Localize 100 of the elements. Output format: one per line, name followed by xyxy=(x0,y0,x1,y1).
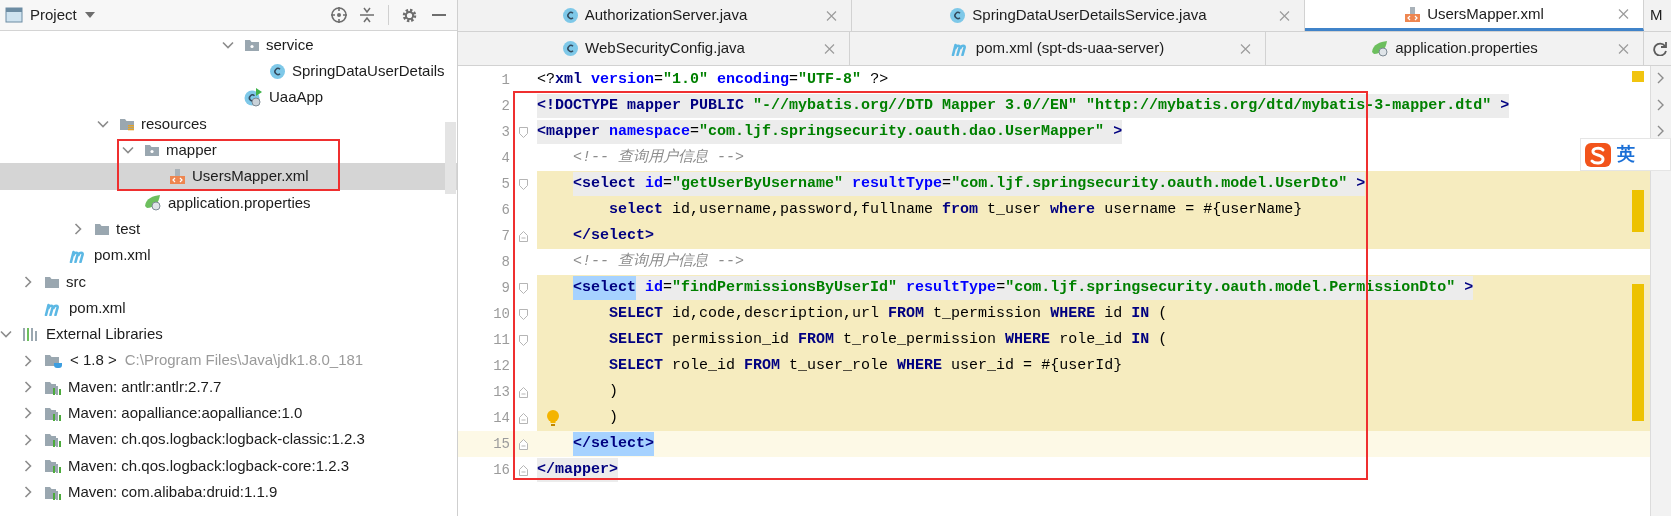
line-number: 6 xyxy=(500,201,510,220)
leaf-gear-icon xyxy=(144,194,162,212)
tree-item[interactable]: pom.xml xyxy=(0,242,457,269)
editor-tab[interactable]: pom.xml (spt-ds-uaa-server) xyxy=(850,32,1266,65)
fold-marker-icon[interactable] xyxy=(519,334,528,346)
fold-marker-icon[interactable] xyxy=(519,282,528,294)
tree-item[interactable]: Maven: aopalliance:aopalliance:1.0 xyxy=(0,400,457,427)
fold-end-marker-icon[interactable] xyxy=(519,438,528,450)
class-icon xyxy=(269,62,286,80)
collapsed-chevron-icon[interactable] xyxy=(22,407,34,420)
line-number: 4 xyxy=(500,149,510,168)
tree-item[interactable]: < 1.8 > C:\Program Files\Java\jdk1.8.0_181 xyxy=(0,347,457,374)
line-number: 15 xyxy=(492,435,510,454)
line-number: 3 xyxy=(500,123,510,142)
fold-end-marker-icon[interactable] xyxy=(519,412,528,424)
tree-item[interactable]: Maven: ch.qos.logback:logback-classic:1.2.3 xyxy=(0,426,457,453)
line-number: 11 xyxy=(492,331,510,350)
scrollbar-thumb[interactable] xyxy=(445,122,456,194)
collapse-all-icon[interactable] xyxy=(359,7,375,23)
fold-marker-icon[interactable] xyxy=(519,178,528,190)
tree-item[interactable]: application.properties xyxy=(0,189,457,217)
tree-item[interactable]: test xyxy=(0,216,457,243)
resource-folder-icon xyxy=(119,116,135,133)
code-line: ) xyxy=(609,408,619,428)
code-line: <mapper namespace="com.ljf.springsecurity.oauth.dao.UserMapper" > xyxy=(537,120,1123,144)
code-line: <!-- 查询用户信息 --> xyxy=(573,251,745,272)
line-number: 2 xyxy=(500,97,510,116)
collapsed-chevron-icon[interactable] xyxy=(22,433,34,446)
collapsed-chevron-icon[interactable] xyxy=(22,381,34,393)
runnable-class-icon xyxy=(244,88,263,108)
locate-icon[interactable] xyxy=(330,6,348,24)
editor-tab[interactable]: application.properties xyxy=(1266,32,1644,65)
input-mode-indicator[interactable]: 英 xyxy=(1617,141,1635,168)
close-icon[interactable] xyxy=(826,10,837,21)
fold-end-marker-icon[interactable] xyxy=(519,386,528,398)
input-method-icon[interactable] xyxy=(1585,142,1611,167)
leaf-gear-icon xyxy=(1371,40,1390,57)
code-line: <!-- 查询用户信息 --> xyxy=(573,147,745,168)
close-icon[interactable] xyxy=(1240,43,1251,54)
editor-tab[interactable]: WebSecurityConfig.java xyxy=(458,32,850,65)
close-icon[interactable] xyxy=(1618,43,1629,54)
line-number: 10 xyxy=(492,305,510,324)
editor-tab[interactable]: UsersMapper.xml xyxy=(1305,0,1644,31)
tree-item[interactable]: SpringDataUserDetails xyxy=(0,58,457,85)
collapsed-chevron-icon[interactable] xyxy=(22,275,34,288)
line-number: 7 xyxy=(500,227,510,246)
editor-tab[interactable]: AuthorizationServer.java xyxy=(458,0,852,31)
package-icon xyxy=(244,37,260,54)
code-line: </select> xyxy=(573,226,655,246)
class-icon xyxy=(562,40,580,57)
restore-icon[interactable] xyxy=(1653,41,1667,56)
chevron-icon[interactable] xyxy=(1657,99,1665,111)
collapsed-chevron-icon[interactable] xyxy=(22,354,34,367)
line-number: 13 xyxy=(492,383,510,402)
class-icon xyxy=(949,7,967,24)
collapsed-chevron-icon[interactable] xyxy=(22,459,34,472)
settings-icon[interactable] xyxy=(401,6,418,24)
tree-item[interactable]: src xyxy=(0,268,457,295)
line-number: 8 xyxy=(500,253,510,272)
code-line: select id,username,password,fullname from t_user where username = #{userName} xyxy=(609,200,1303,220)
collapsed-chevron-icon[interactable] xyxy=(22,486,34,499)
close-icon[interactable] xyxy=(1618,8,1629,20)
lightbulb-icon[interactable] xyxy=(546,409,560,427)
fold-marker-icon[interactable] xyxy=(519,308,528,320)
close-icon[interactable] xyxy=(1279,10,1290,21)
caret-icon xyxy=(84,12,95,18)
library-icon xyxy=(44,457,62,475)
libraries-icon xyxy=(22,326,40,343)
tree-item[interactable]: mapper xyxy=(0,137,457,164)
folder-cup-icon xyxy=(44,352,64,370)
line-number: 5 xyxy=(500,175,510,194)
xml-file-icon xyxy=(169,168,186,186)
close-icon[interactable] xyxy=(824,43,835,54)
fold-marker-icon[interactable] xyxy=(519,126,528,138)
class-icon xyxy=(561,7,579,24)
code-line: <?xml version="1.0" encoding="UTF-8" ?> xyxy=(537,70,889,90)
project-view-dropdown[interactable]: Project xyxy=(30,3,95,27)
tree-item[interactable]: UsersMapper.xml xyxy=(0,163,457,190)
package-icon xyxy=(144,142,160,159)
code-line: <select id="getUserByUsername" resultType="com.ljf.springsecurity.oauth.model.UserDto" > xyxy=(573,172,1366,196)
tree-item[interactable]: service xyxy=(0,32,457,59)
tree-item[interactable]: resources xyxy=(0,110,457,138)
tree-item[interactable]: pom.xml xyxy=(0,294,457,322)
tree-item[interactable]: UaaApp xyxy=(0,84,457,111)
fold-end-marker-icon[interactable] xyxy=(519,230,528,242)
folder-icon xyxy=(94,221,110,238)
line-number: 16 xyxy=(492,461,510,480)
fold-end-marker-icon[interactable] xyxy=(519,464,528,476)
chevron-icon[interactable] xyxy=(1657,125,1665,137)
project-window-icon xyxy=(5,7,23,23)
tree-item[interactable]: Maven: ch.qos.logback:logback-core:1.2.3 xyxy=(0,452,457,480)
line-number: 14 xyxy=(492,409,510,428)
chevron-icon[interactable] xyxy=(1657,72,1665,84)
collapsed-chevron-icon[interactable] xyxy=(72,223,84,236)
library-icon xyxy=(44,431,62,449)
tree-item[interactable]: Maven: com.alibaba:druid:1.1.9 xyxy=(0,479,457,506)
tree-item[interactable]: Maven: antlr:antlr:2.7.7 xyxy=(0,373,457,401)
editor-tab[interactable]: M xyxy=(1644,0,1671,31)
tree-item[interactable]: External Libraries xyxy=(0,321,457,348)
code-line: SELECT permission_id FROM t_role_permission WHERE role_id IN ( xyxy=(609,330,1168,350)
